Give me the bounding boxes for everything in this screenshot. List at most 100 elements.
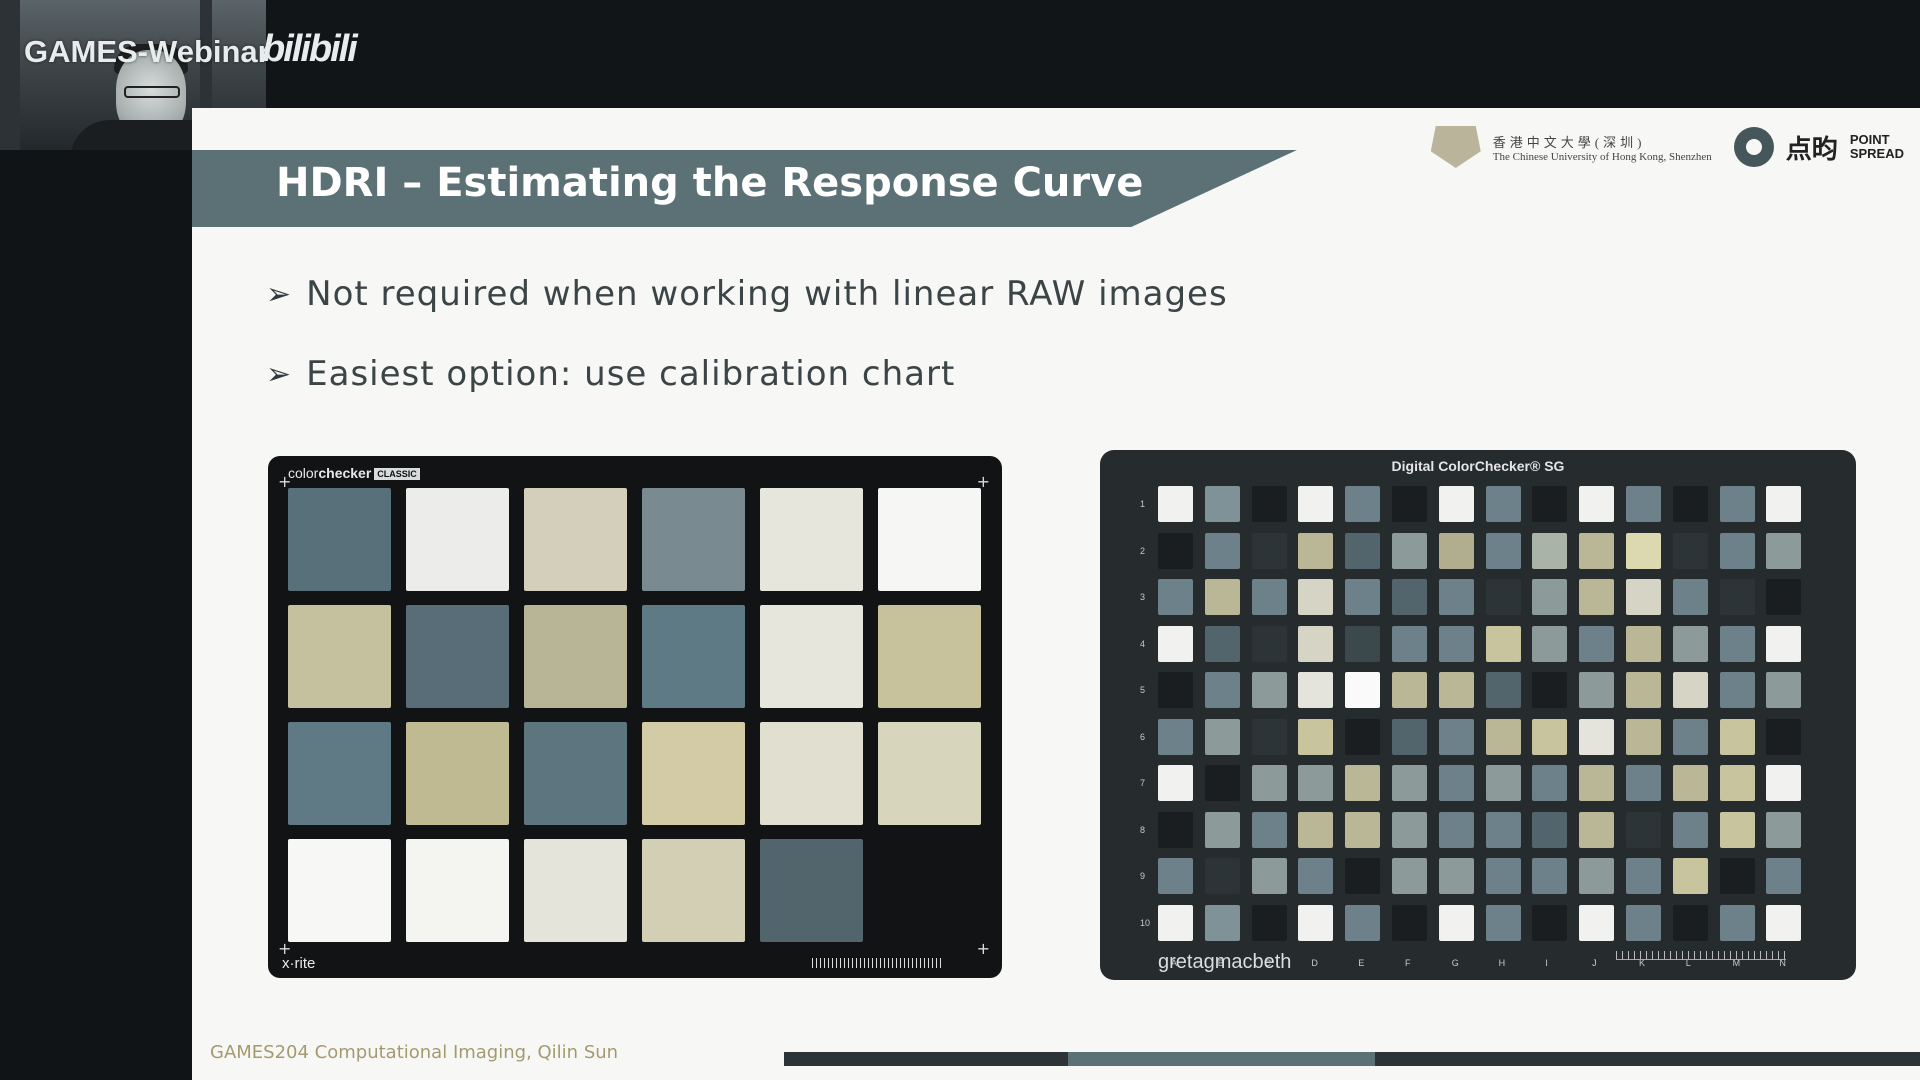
sg-row-labels: 1 2 3 4 5 6 7 8 9 10: [1140, 486, 1150, 951]
sg-color-patch: [1532, 811, 1568, 848]
pointspread-name-cn: 点昀: [1785, 134, 1838, 165]
sg-color-patch: [1345, 672, 1381, 708]
sg-color-patch: [1158, 625, 1193, 662]
sg-color-patch: [1719, 486, 1755, 522]
sg-color-patch: [1766, 811, 1802, 848]
colorchecker-patch-grid: [288, 488, 981, 942]
sg-color-patch: [1672, 672, 1708, 708]
sg-color-patch: [1438, 672, 1474, 708]
slide: HDRI – Estimating the Response Curve 香港中…: [192, 108, 1920, 1080]
xrite-logo: x·rite: [282, 955, 316, 972]
color-patch: [760, 722, 863, 825]
sg-color-patch: [1579, 718, 1615, 755]
sg-color-patch: [1251, 718, 1287, 755]
sg-row-label: 6: [1140, 731, 1146, 742]
color-patch: [642, 722, 745, 825]
sg-color-patch: [1204, 625, 1240, 662]
sg-color-patch: [1345, 532, 1381, 569]
color-patch: [524, 722, 627, 825]
sg-color-patch: [1158, 579, 1193, 615]
sg-color-patch: [1298, 532, 1334, 569]
sg-color-patch: [1251, 625, 1287, 662]
sg-color-patch: [1438, 858, 1474, 894]
sg-column-label: E: [1358, 958, 1365, 968]
sg-color-patch: [1298, 811, 1334, 848]
sg-color-patch: [1485, 858, 1521, 894]
sg-row-label: 1: [1140, 499, 1146, 509]
sg-color-patch: [1204, 718, 1240, 755]
sg-color-patch: [1204, 858, 1240, 894]
sg-color-patch: [1625, 625, 1661, 662]
sg-color-patch: [1625, 579, 1661, 615]
sg-color-patch: [1391, 486, 1427, 522]
slide-title: HDRI – Estimating the Response Curve: [276, 160, 1144, 206]
sg-row-label: 10: [1140, 917, 1151, 928]
sg-color-patch: [1672, 765, 1708, 801]
sg-color-patch: [1672, 579, 1708, 615]
sg-color-patch: [1438, 625, 1474, 662]
sg-color-patch: [1391, 672, 1427, 708]
sg-color-patch: [1485, 904, 1521, 941]
sg-color-patch: [1345, 858, 1381, 894]
sg-color-patch: [1579, 858, 1615, 894]
sg-color-patch: [1204, 486, 1240, 522]
sg-color-patch: [1391, 625, 1427, 662]
gretagmacbeth-logo: gretagmacbeth: [1158, 951, 1292, 973]
sg-color-patch: [1251, 811, 1287, 848]
sg-color-patch: [1532, 672, 1568, 708]
sg-color-patch: [1485, 486, 1521, 522]
sg-color-patch: [1204, 532, 1240, 569]
sg-color-patch: [1158, 765, 1193, 801]
sg-color-patch: [1485, 625, 1521, 662]
sg-color-patch: [1251, 672, 1287, 708]
bilibili-logo: bilibili: [262, 28, 358, 70]
sg-color-patch: [1532, 625, 1568, 662]
color-patch: [760, 488, 863, 591]
sg-color-patch: [1579, 904, 1615, 941]
sg-color-patch: [1298, 579, 1334, 615]
sg-color-patch: [1391, 811, 1427, 848]
sg-color-patch: [1672, 625, 1708, 662]
sg-color-patch: [1298, 904, 1334, 941]
sg-color-patch: [1766, 532, 1802, 569]
sg-color-patch: [1158, 486, 1193, 522]
bullet-arrow-icon: ➢: [266, 276, 293, 312]
sg-color-patch: [1766, 718, 1802, 755]
sg-color-patch: [1719, 672, 1755, 708]
cuhk-logo-text: 香港中文大學(深圳) The Chinese University of Hon…: [1493, 132, 1712, 163]
sg-color-patch: [1672, 718, 1708, 755]
sg-color-patch: [1251, 765, 1287, 801]
sg-color-patch: [1438, 811, 1474, 848]
sg-color-patch: [1672, 858, 1708, 894]
sg-color-patch: [1251, 904, 1287, 941]
sg-color-patch: [1719, 718, 1755, 755]
bullet-arrow-icon: ➢: [266, 356, 293, 392]
sg-color-patch: [1391, 718, 1427, 755]
sg-color-patch: [1298, 486, 1334, 522]
sg-color-patch: [1438, 718, 1474, 755]
color-patch: [760, 839, 863, 942]
sg-color-patch: [1579, 811, 1615, 848]
sg-color-patch: [1625, 672, 1661, 708]
sg-color-patch: [1579, 672, 1615, 708]
sg-color-patch: [1532, 532, 1568, 569]
cuhk-name-cn: 香港中文大學(深圳): [1492, 134, 1646, 150]
color-patch: [406, 722, 509, 825]
games-webinar-brand: GAMES-Webinar: [24, 34, 270, 69]
color-patch: [524, 488, 627, 591]
sg-color-patch: [1766, 904, 1802, 941]
sg-color-patch: [1438, 579, 1474, 615]
sg-color-patch: [1391, 765, 1427, 801]
sg-row-label: 8: [1140, 824, 1146, 835]
sg-column-label: H: [1498, 958, 1506, 968]
sg-chart-title: Digital ColorChecker® SG: [1391, 458, 1565, 474]
sg-color-patch: [1766, 579, 1802, 615]
bullet-2: ➢ Easiest option: use calibration chart: [266, 354, 955, 394]
sg-color-patch: [1158, 858, 1193, 894]
color-patch: [878, 722, 981, 825]
sg-color-patch: [1719, 858, 1755, 894]
cuhk-name-en: The Chinese University of Hong Kong, She…: [1492, 150, 1712, 163]
sg-color-patch: [1345, 811, 1381, 848]
pointspread-eye-icon: [1733, 127, 1774, 167]
sg-color-patch: [1251, 532, 1287, 569]
